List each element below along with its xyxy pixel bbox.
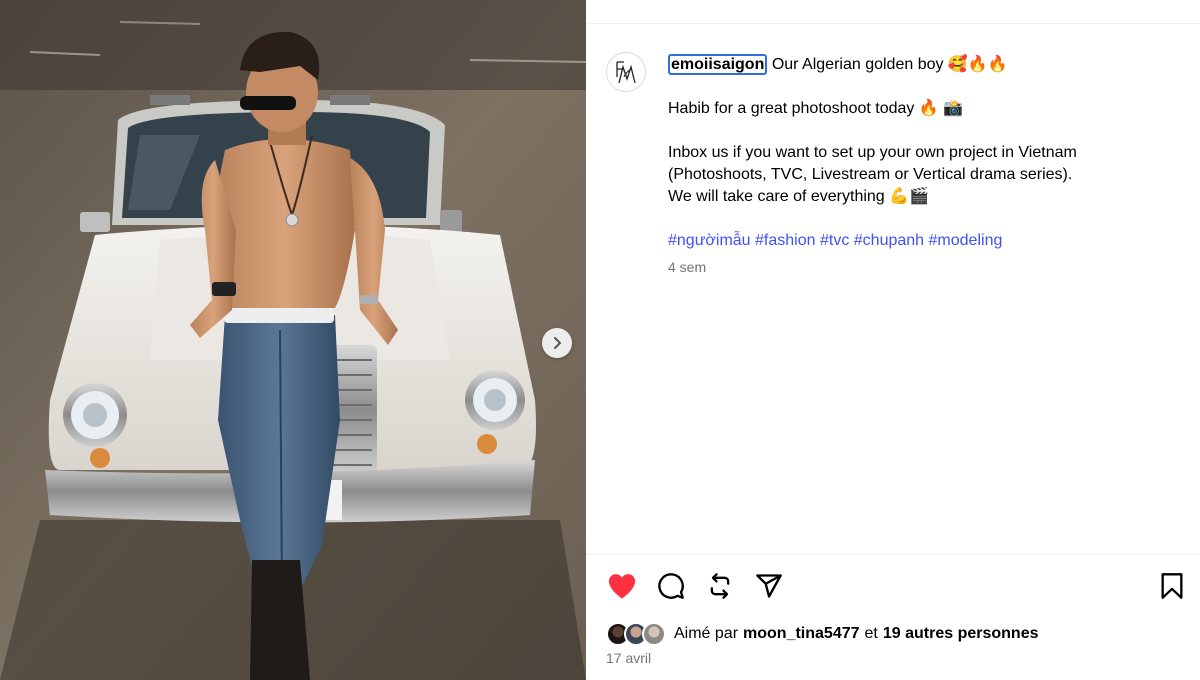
post-photo[interactable]	[0, 0, 586, 680]
repost-button[interactable]	[704, 570, 736, 602]
comment-icon	[658, 573, 684, 599]
likes-others-link[interactable]: 19 autres personnes	[883, 625, 1039, 643]
actions-divider	[586, 554, 1200, 555]
caption-line: We will take care of everything 💪🎬	[668, 188, 929, 205]
like-button[interactable]	[606, 570, 638, 602]
likes-joiner: et	[864, 625, 878, 642]
hashtag-list: #ngườimẫu #fashion #tvc #chupanh #modeli…	[668, 230, 1168, 252]
avatar	[642, 622, 666, 646]
post-date[interactable]: 17 avril	[606, 650, 651, 666]
caption-line: (Photoshoots, TVC, Livestream or Vertica…	[668, 166, 1073, 183]
chevron-right-icon	[554, 337, 561, 349]
save-button[interactable]	[1156, 570, 1188, 602]
liker-username-link[interactable]: moon_tina5477	[743, 625, 859, 643]
action-bar	[606, 570, 802, 602]
share-icon	[756, 574, 782, 598]
caption-line: Inbox us if you want to set up your own …	[668, 144, 1077, 161]
post-details-panel: emoiisaigon Our Algerian golden boy 🥰🔥🔥 …	[586, 0, 1200, 680]
repost-icon	[710, 573, 730, 599]
post-caption: emoiisaigon Our Algerian golden boy 🥰🔥🔥 …	[668, 54, 1168, 276]
caption-line: Habib for a great photoshoot today 🔥 📸	[668, 100, 964, 117]
brand-logo-icon	[616, 61, 636, 84]
hashtag-link[interactable]: #modeling	[929, 232, 1003, 249]
hashtag-link[interactable]: #tvc	[820, 232, 849, 249]
comment-button[interactable]	[655, 570, 687, 602]
likes-prefix: Aimé par	[674, 625, 739, 642]
likes-summary: Aimé par moon_tina5477 et 19 autres pers…	[606, 621, 1038, 647]
hashtag-link[interactable]: #chupanh	[854, 232, 924, 249]
share-button[interactable]	[753, 570, 785, 602]
post-image	[0, 0, 586, 680]
bookmark-icon	[1161, 573, 1183, 599]
caption-line: Our Algerian golden boy 🥰🔥🔥	[771, 56, 1008, 73]
hashtag-link[interactable]: #ngườimẫu	[668, 232, 751, 249]
avatar[interactable]	[606, 52, 646, 92]
heart-filled-icon	[608, 574, 636, 599]
liker-avatars[interactable]	[606, 622, 666, 646]
caption-timestamp[interactable]: 4 sem	[668, 258, 1168, 276]
header-divider	[586, 23, 1200, 24]
username-link[interactable]: emoiisaigon	[668, 54, 768, 75]
next-photo-button[interactable]	[542, 328, 572, 358]
hashtag-link[interactable]: #fashion	[755, 232, 816, 249]
